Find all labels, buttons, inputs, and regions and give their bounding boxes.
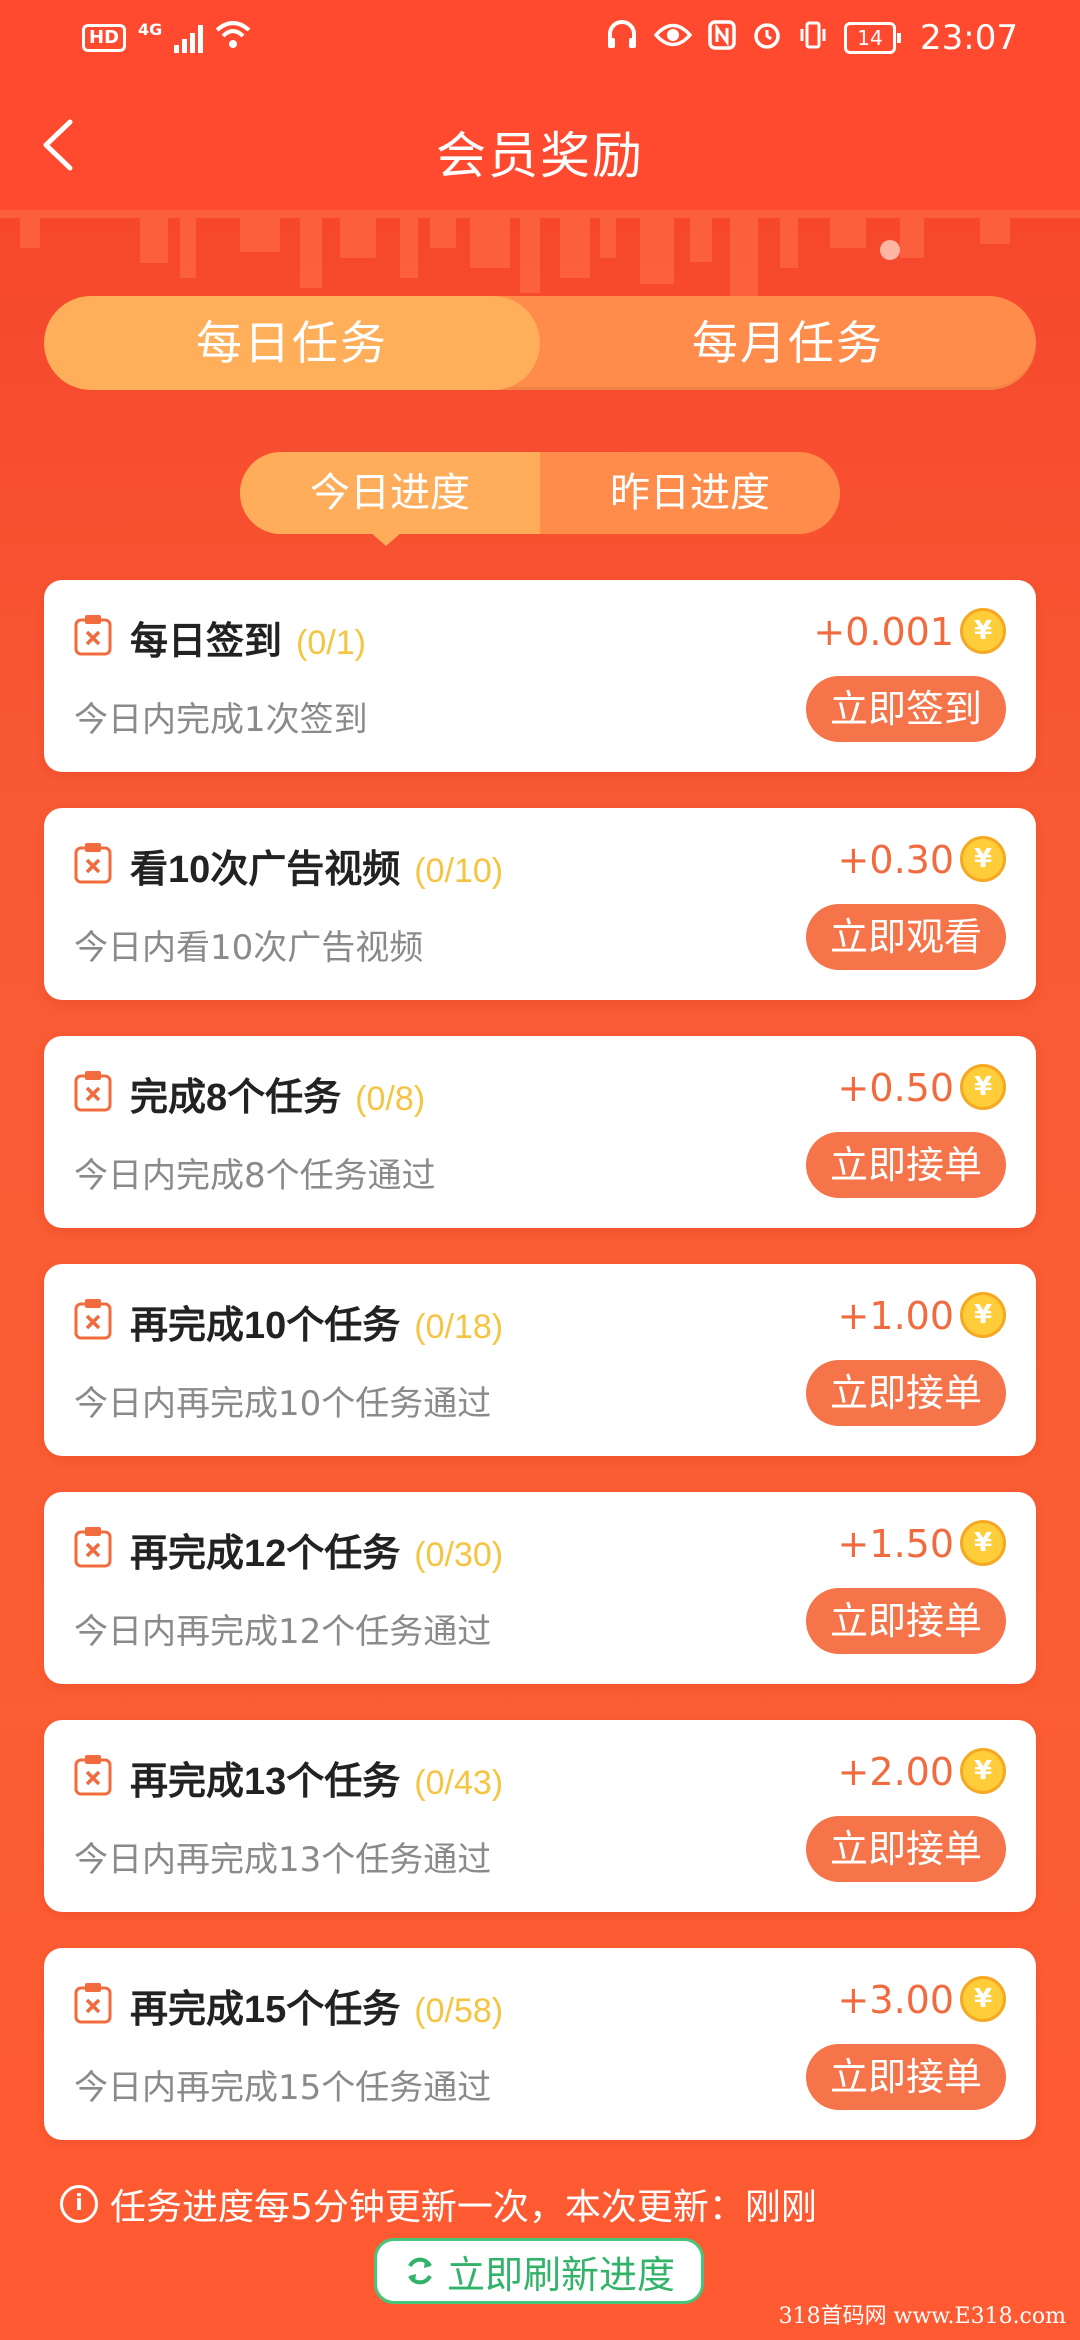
progress-tabs: 今日进度 昨日进度 (240, 452, 840, 546)
skyline-decoration (0, 210, 1080, 298)
eye-icon (653, 22, 693, 54)
accept-order-button[interactable]: 立即接单 (806, 2044, 1006, 2110)
task-title: 每日签到 (0/1) (130, 621, 366, 663)
task-description: 今日内看10次广告视频 (74, 928, 424, 968)
hd-badge: HD (82, 24, 127, 52)
coin-icon: ¥ (960, 836, 1006, 882)
task-reward: +1.50 (837, 1522, 954, 1566)
header-bar: 会员奖励 (0, 80, 1080, 210)
task-title: 看10次广告视频 (0/10) (130, 849, 504, 891)
task-card: 再完成10个任务 (0/18) 今日内再完成10个任务通过 +1.00 ¥ 立即接… (44, 1264, 1036, 1456)
status-left: HD 4G (82, 20, 251, 56)
task-reward: +0.30 (837, 838, 954, 882)
task-count: (0/8) (355, 1080, 426, 1118)
coin-icon: ¥ (960, 1748, 1006, 1794)
coin-icon: ¥ (960, 608, 1006, 654)
task-reward: +3.00 (837, 1978, 954, 2022)
task-title: 再完成13个任务 (0/43) (130, 1761, 504, 1803)
task-card: 每日签到 (0/1) 今日内完成1次签到 +0.001 ¥ 立即签到 (44, 580, 1036, 772)
alarm-icon (752, 20, 782, 56)
task-title: 再完成15个任务 (0/58) (130, 1989, 504, 2031)
task-card: 完成8个任务 (0/8) 今日内完成8个任务通过 +0.50 ¥ 立即接单 (44, 1036, 1036, 1228)
task-count: (0/58) (414, 1992, 504, 2030)
task-reward: +0.001 (813, 610, 954, 654)
network-type: 4G (138, 20, 163, 39)
task-count: (0/18) (414, 1308, 504, 1346)
update-notice: i 任务进度每5分钟更新一次，本次更新：刚刚 (60, 2178, 817, 2230)
tab-today-progress[interactable]: 今日进度 (240, 452, 540, 534)
task-title: 再完成10个任务 (0/18) (130, 1305, 504, 1347)
task-description: 今日内再完成13个任务通过 (74, 1840, 492, 1880)
status-bar: HD 4G 14 23:07 (0, 0, 1080, 80)
vibrate-icon (798, 20, 828, 56)
task-reward: +0.50 (837, 1066, 954, 1110)
task-card: 看10次广告视频 (0/10) 今日内看10次广告视频 +0.30 ¥ 立即观看 (44, 808, 1036, 1000)
accept-order-button[interactable]: 立即接单 (806, 1816, 1006, 1882)
task-title: 完成8个任务 (0/8) (130, 1077, 426, 1119)
main-tabs: 每日任务 每月任务 (44, 296, 1036, 390)
task-description: 今日内完成8个任务通过 (74, 1156, 436, 1196)
task-count: (0/10) (414, 852, 504, 890)
task-card: 再完成12个任务 (0/30) 今日内再完成12个任务通过 +1.50 ¥ 立即接… (44, 1492, 1036, 1684)
accept-order-button[interactable]: 立即接单 (806, 1588, 1006, 1654)
coin-icon: ¥ (960, 1292, 1006, 1338)
task-card: 再完成13个任务 (0/43) 今日内再完成13个任务通过 +2.00 ¥ 立即接… (44, 1720, 1036, 1912)
task-card: 再完成15个任务 (0/58) 今日内再完成15个任务通过 +3.00 ¥ 立即接… (44, 1948, 1036, 2140)
nfc-icon (708, 20, 736, 56)
page-title: 会员奖励 (436, 127, 644, 185)
watermark: 318首码网 www.E318.com (778, 2304, 1066, 2329)
coin-icon: ¥ (960, 1064, 1006, 1110)
clipboard-x-icon (74, 1527, 112, 1568)
tab-daily-tasks[interactable]: 每日任务 (44, 296, 540, 390)
status-right: 14 23:07 (606, 18, 1018, 58)
sign-in-button[interactable]: 立即签到 (806, 676, 1006, 742)
refresh-progress-button[interactable]: 立即刷新进度 (374, 2238, 704, 2304)
tab-yesterday-progress[interactable]: 昨日进度 (540, 452, 840, 534)
refresh-progress-label: 立即刷新进度 (446, 2252, 675, 2297)
coin-icon: ¥ (960, 1976, 1006, 2022)
clipboard-x-icon (74, 615, 112, 656)
info-icon: i (60, 2185, 98, 2223)
task-description: 今日内再完成12个任务通过 (74, 1612, 492, 1652)
coin-icon: ¥ (960, 1520, 1006, 1566)
clipboard-x-icon (74, 1299, 112, 1340)
wifi-icon (215, 20, 251, 56)
headphones-icon (606, 20, 638, 56)
active-tab-caret (370, 532, 402, 546)
task-title: 再完成12个任务 (0/30) (130, 1533, 504, 1575)
clipboard-x-icon (74, 843, 112, 884)
task-description: 今日内再完成15个任务通过 (74, 2068, 492, 2108)
clock: 23:07 (920, 18, 1018, 58)
task-description: 今日内完成1次签到 (74, 700, 368, 740)
task-count: (0/43) (414, 1764, 504, 1802)
accept-order-button[interactable]: 立即接单 (806, 1132, 1006, 1198)
task-reward: +1.00 (837, 1294, 954, 1338)
task-count: (0/30) (414, 1536, 504, 1574)
update-notice-text: 任务进度每5分钟更新一次，本次更新：刚刚 (110, 2187, 817, 2228)
task-reward: +2.00 (837, 1750, 954, 1794)
clipboard-x-icon (74, 1983, 112, 2024)
watch-ads-button[interactable]: 立即观看 (806, 904, 1006, 970)
tab-monthly-tasks[interactable]: 每月任务 (540, 296, 1036, 390)
signal-icon (174, 23, 204, 53)
battery-indicator: 14 (844, 22, 902, 54)
clipboard-x-icon (74, 1755, 112, 1796)
clipboard-x-icon (74, 1071, 112, 1112)
accept-order-button[interactable]: 立即接单 (806, 1360, 1006, 1426)
task-description: 今日内再完成10个任务通过 (74, 1384, 492, 1424)
task-count: (0/1) (296, 624, 366, 662)
refresh-icon (408, 2257, 432, 2285)
